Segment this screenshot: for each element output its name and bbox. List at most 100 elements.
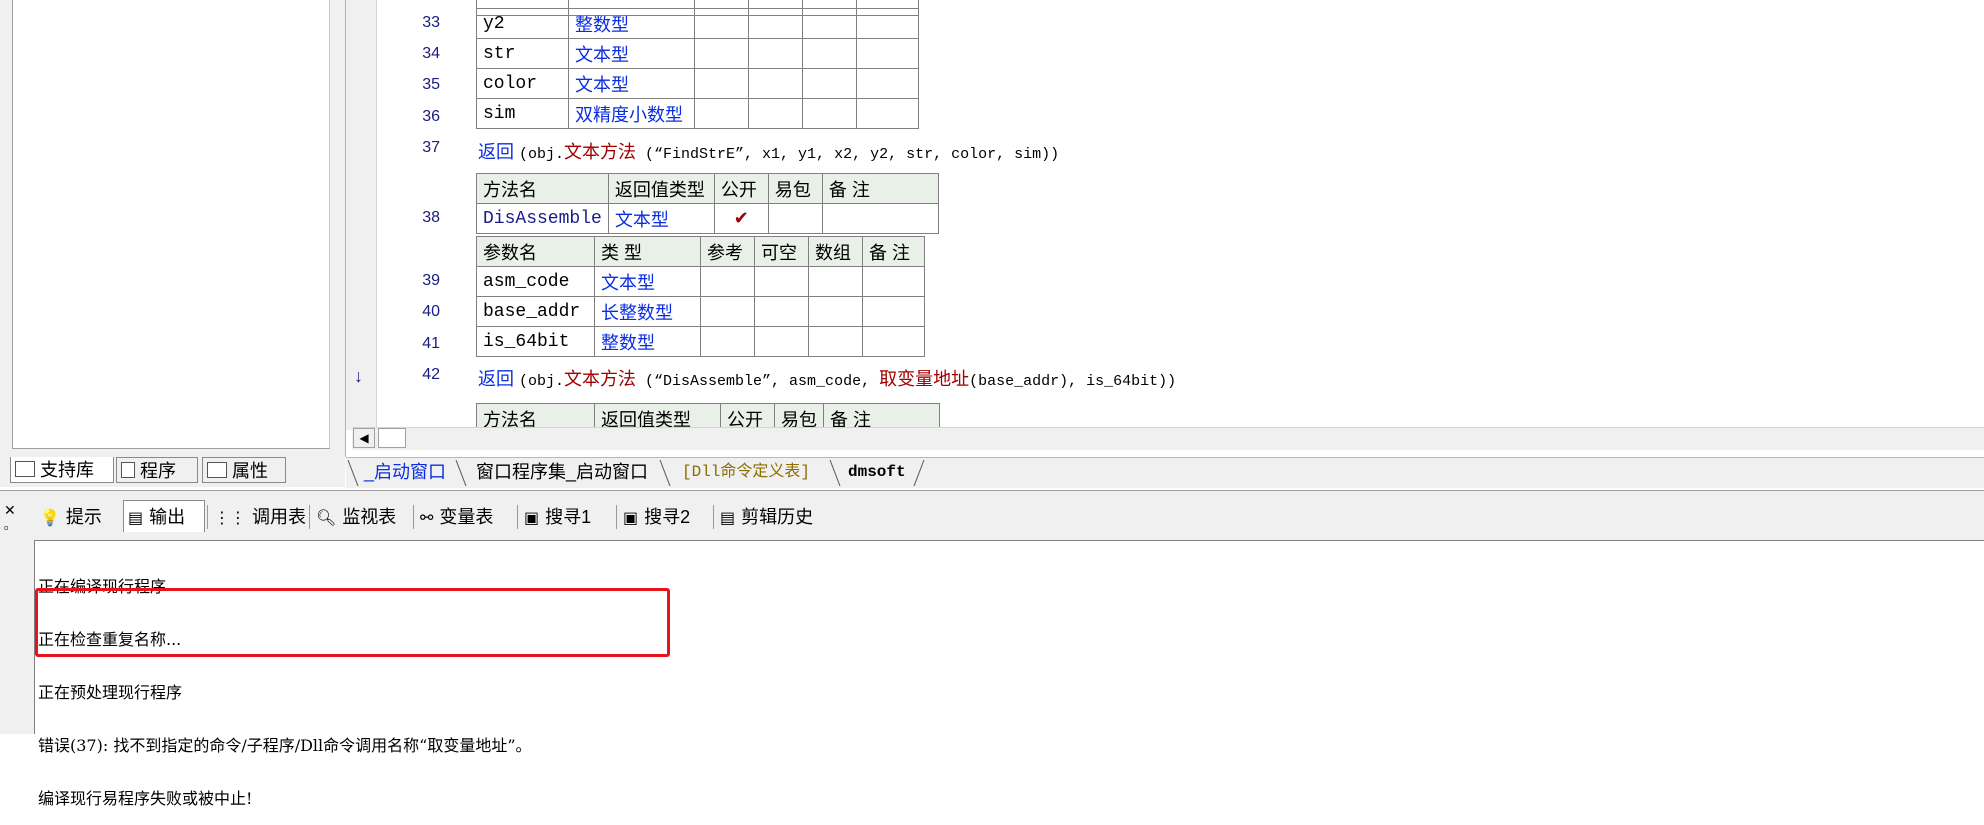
- param-nullable[interactable]: [754, 296, 809, 327]
- code-line-42[interactable]: 返回 (obj.文本方法 (“DisAssemble”, asm_code, 取…: [478, 365, 1176, 391]
- tab-window-assembly[interactable]: 窗口程序集_启动窗口: [476, 458, 648, 486]
- method-header-name: 方法名: [476, 173, 609, 204]
- tab-divider: [713, 505, 714, 529]
- param-array[interactable]: [808, 296, 863, 327]
- param-note[interactable]: [856, 8, 919, 39]
- param-type[interactable]: 长整数型: [594, 296, 701, 327]
- line-number: 40: [422, 303, 440, 320]
- param-array[interactable]: [808, 266, 863, 297]
- param-array[interactable]: [802, 68, 857, 99]
- tab-program[interactable]: 程序: [116, 457, 198, 483]
- scroll-thumb[interactable]: [378, 428, 406, 448]
- property-icon: [207, 462, 227, 478]
- param-array[interactable]: [808, 326, 863, 357]
- tab-search-2[interactable]: ▣ 搜寻2: [623, 502, 690, 532]
- param-name[interactable]: y2: [476, 8, 569, 39]
- param-note[interactable]: [856, 38, 919, 69]
- method-note[interactable]: [821, 203, 939, 234]
- param-type[interactable]: 整数型: [568, 8, 695, 39]
- param-name[interactable]: asm_code: [476, 266, 595, 297]
- line-number: 38: [422, 209, 440, 226]
- param-nullable[interactable]: [754, 326, 809, 357]
- return-keyword: 返回: [478, 369, 514, 389]
- param-nullable[interactable]: [748, 68, 803, 99]
- tab-watch-table[interactable]: 🔍︎ 监视表: [316, 502, 396, 532]
- tab-dll-command-table[interactable]: [Dll命令定义表]: [682, 458, 810, 486]
- param-type[interactable]: 文本型: [568, 38, 695, 69]
- param-name[interactable]: color: [476, 68, 569, 99]
- code-args: (base_addr), is_64bit)): [969, 373, 1177, 390]
- method-epkg[interactable]: [767, 203, 823, 234]
- library-icon: [15, 461, 35, 477]
- editor-horizontal-scrollbar[interactable]: [352, 427, 1984, 450]
- search-icon: 🔍︎: [316, 508, 337, 527]
- param-ref[interactable]: [694, 38, 749, 69]
- param-type[interactable]: 整数型: [594, 326, 701, 357]
- scroll-left-arrow-icon[interactable]: ◀: [353, 428, 375, 448]
- tab-separator: [455, 460, 467, 486]
- tab-property[interactable]: 属性: [202, 457, 286, 483]
- line-number: 36: [422, 108, 440, 125]
- param-table-b[interactable]: 参数名 类 型 参考 可空 数组 备 注 asm_code 文本型 base_a…: [476, 236, 925, 357]
- param-note[interactable]: [862, 326, 925, 357]
- param-type[interactable]: 文本型: [568, 68, 695, 99]
- left-scrollbar[interactable]: [329, 0, 346, 448]
- tab-divider: [413, 505, 414, 529]
- param-array[interactable]: [802, 38, 857, 69]
- method-name[interactable]: DisAssemble: [476, 203, 609, 234]
- error-highlight-box: [35, 588, 670, 657]
- document-icon: [121, 462, 135, 478]
- tab-divider: [207, 505, 208, 529]
- code-args: (“FindStrE”, x1, y1, x2, y2, str, color,…: [636, 146, 1060, 163]
- tab-divider: [517, 505, 518, 529]
- support-library-tree[interactable]: [12, 0, 330, 449]
- param-ref[interactable]: [700, 296, 755, 327]
- param-note[interactable]: [856, 68, 919, 99]
- param-note[interactable]: [862, 266, 925, 297]
- param-name[interactable]: sim: [476, 98, 569, 129]
- param-type[interactable]: 双精度小数型: [568, 98, 695, 129]
- tab-call-table[interactable]: ⋮⋮ 调用表: [214, 502, 306, 532]
- line-number: 41: [422, 335, 440, 352]
- tab-variable-table[interactable]: ⚯ 变量表: [420, 502, 493, 532]
- param-name[interactable]: base_addr: [476, 296, 595, 327]
- tab-hint[interactable]: 💡 提示: [40, 502, 102, 532]
- code-text: (obj.: [519, 373, 565, 390]
- method-table[interactable]: 方法名 返回值类型 公开 易包 备 注 DisAssemble 文本型 ✔: [476, 173, 939, 234]
- public-check-icon[interactable]: ✔: [713, 203, 769, 234]
- param-array[interactable]: [802, 98, 857, 129]
- param-ref[interactable]: [700, 266, 755, 297]
- param-array[interactable]: [802, 8, 857, 39]
- tab-support-library[interactable]: 支持库: [10, 457, 114, 483]
- param-nullable[interactable]: [748, 98, 803, 129]
- param-note[interactable]: [862, 296, 925, 327]
- param-type[interactable]: 文本型: [594, 266, 701, 297]
- hint-bulb-icon: 💡: [40, 508, 60, 527]
- tab-separator: [659, 460, 671, 486]
- output-left-strip: [12, 540, 32, 733]
- close-icon[interactable]: ✕: [4, 502, 16, 519]
- param-name[interactable]: str: [476, 38, 569, 69]
- tab-startup-window[interactable]: _启动窗口: [364, 458, 446, 486]
- method-header-note: 备 注: [821, 173, 939, 204]
- param-ref[interactable]: [694, 68, 749, 99]
- param-table-a[interactable]: y2 整数型 str 文本型 color 文本型 sim 双精度小数型: [476, 8, 919, 129]
- param-nullable[interactable]: [754, 266, 809, 297]
- param-nullable[interactable]: [748, 8, 803, 39]
- param-note[interactable]: [856, 98, 919, 129]
- code-line-37[interactable]: 返回 (obj.文本方法 (“FindStrE”, x1, y1, x2, y2…: [478, 138, 1059, 164]
- param-ref[interactable]: [694, 98, 749, 129]
- tab-clip-history[interactable]: ▤ 剪辑历史: [720, 502, 813, 532]
- param-nullable[interactable]: [748, 38, 803, 69]
- param-header-type: 类 型: [594, 236, 701, 267]
- method-return-type[interactable]: 文本型: [607, 203, 715, 234]
- output-line: 编译现行易程序失败或被中止!: [38, 789, 253, 808]
- param-ref[interactable]: [700, 326, 755, 357]
- tab-output[interactable]: ▤ 输出: [128, 502, 185, 532]
- tab-dmsoft[interactable]: dmsoft: [848, 458, 906, 486]
- method-call: 文本方法: [564, 142, 637, 162]
- param-name[interactable]: is_64bit: [476, 326, 595, 357]
- tab-search-1[interactable]: ▣ 搜寻1: [524, 502, 591, 532]
- restore-icon[interactable]: ▫: [4, 520, 9, 535]
- param-ref[interactable]: [694, 8, 749, 39]
